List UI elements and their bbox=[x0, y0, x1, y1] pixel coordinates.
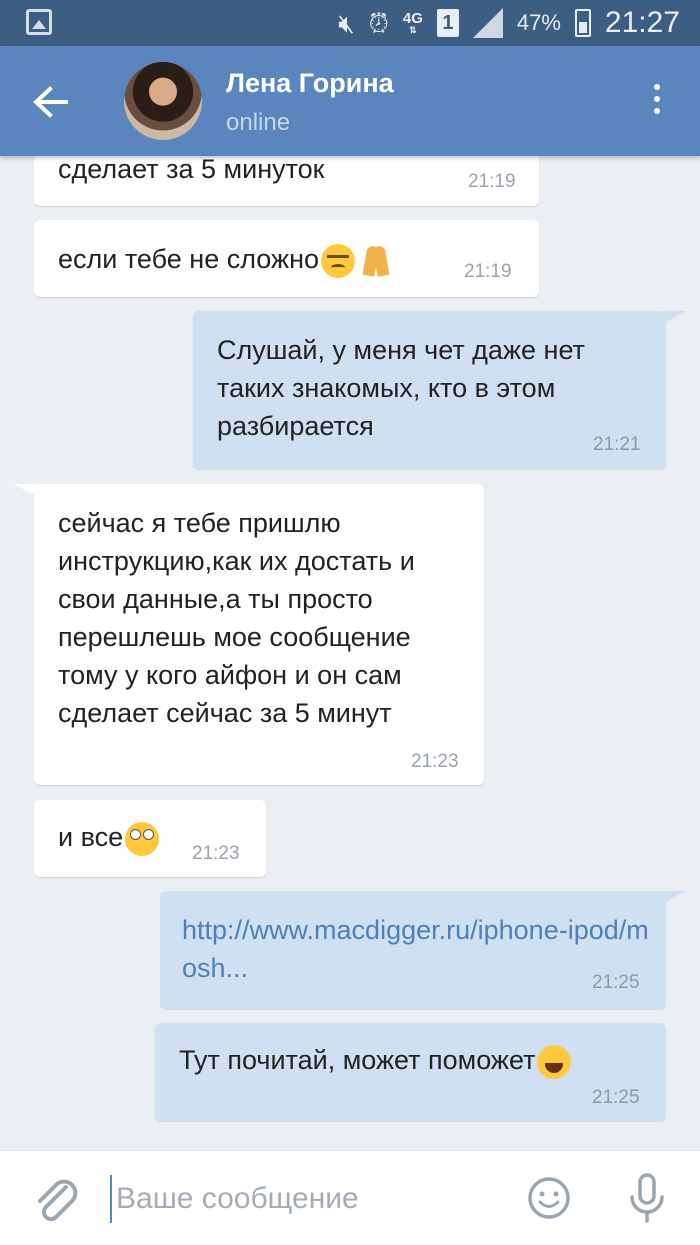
paperclip-icon bbox=[38, 1179, 78, 1222]
status-bar: 🔇︎ ⏰︎ 4G ⇅ 1 47% 21:27 bbox=[0, 0, 700, 46]
message-outgoing[interactable]: Тут почитай, может поможет 21:25 bbox=[155, 1023, 666, 1121]
alarm-icon: ⏰︎ bbox=[368, 8, 389, 38]
sim-slot-icon: 1 bbox=[436, 9, 459, 37]
message-incoming[interactable]: если тебе не сложно 21:19 bbox=[34, 220, 539, 297]
message-time: 21:21 bbox=[593, 434, 641, 455]
rolling-eyes-face-icon bbox=[125, 821, 160, 856]
emoji-button[interactable] bbox=[526, 1175, 572, 1221]
message-incoming[interactable]: и все 21:23 bbox=[34, 800, 266, 877]
message-outgoing[interactable]: Слушай, у меня чет даже нет таких знаком… bbox=[193, 311, 686, 469]
message-outgoing[interactable]: http://www.macdigger.ru/iphone-ipod/mosh… bbox=[160, 891, 686, 1009]
message-time: 21:23 bbox=[192, 843, 240, 864]
smiley-icon bbox=[528, 1177, 570, 1219]
message-time: 21:25 bbox=[592, 972, 640, 993]
message-time: 21:19 bbox=[464, 261, 512, 282]
message-text: и все bbox=[58, 822, 124, 852]
unamused-face-icon bbox=[321, 243, 355, 278]
bubble-tail bbox=[664, 891, 686, 903]
contact-status: online bbox=[226, 109, 291, 136]
status-icons: 🔇︎ ⏰︎ 4G ⇅ 1 47% 21:27 bbox=[338, 4, 680, 42]
mute-icon: 🔇︎ bbox=[338, 8, 355, 38]
message-incoming[interactable]: сейчас я тебе пришлю инструкцию,как их д… bbox=[14, 484, 484, 785]
message-text: Слушай, у меня чет даже нет таких знаком… bbox=[217, 335, 585, 441]
battery-icon bbox=[574, 9, 591, 37]
message-time: 21:23 bbox=[411, 751, 459, 772]
signal-icon bbox=[472, 8, 503, 38]
message-text: если тебе не сложно bbox=[58, 244, 319, 274]
message-text-row: и все bbox=[58, 818, 160, 856]
message-composer bbox=[0, 1150, 700, 1245]
message-text: Тут почитай, может поможет bbox=[179, 1045, 536, 1075]
back-arrow-icon bbox=[33, 86, 68, 118]
rofl-face-icon bbox=[537, 1044, 572, 1079]
message-time: 21:19 bbox=[468, 171, 516, 192]
chat-header: Лена Горина online bbox=[0, 46, 700, 156]
status-clock: 21:27 bbox=[604, 6, 680, 39]
gallery-notification-icon bbox=[26, 9, 52, 35]
bubble-tail bbox=[664, 311, 686, 323]
message-text-row: если тебе не сложно bbox=[58, 240, 393, 278]
folded-hands-icon bbox=[359, 244, 393, 278]
network-type: 4G ⇅ bbox=[402, 10, 423, 35]
voice-message-button[interactable] bbox=[626, 1171, 668, 1225]
message-text-row: Тут почитай, может поможет bbox=[179, 1041, 572, 1079]
back-button[interactable] bbox=[30, 82, 80, 122]
message-text: сейчас я тебе пришлю инструкцию,как их д… bbox=[58, 508, 415, 728]
message-input[interactable] bbox=[110, 1175, 508, 1223]
bubble-tail bbox=[14, 484, 36, 496]
microphone-icon bbox=[630, 1173, 664, 1223]
message-time: 21:25 bbox=[592, 1087, 640, 1108]
attach-button[interactable] bbox=[32, 1173, 80, 1223]
message-link[interactable]: http://www.macdigger.ru/iphone-ipod/mosh… bbox=[182, 911, 652, 987]
contact-avatar[interactable] bbox=[124, 62, 202, 140]
battery-percent: 47% bbox=[516, 10, 561, 35]
contact-name[interactable]: Лена Горина bbox=[226, 68, 394, 99]
more-options-icon[interactable] bbox=[644, 84, 670, 124]
